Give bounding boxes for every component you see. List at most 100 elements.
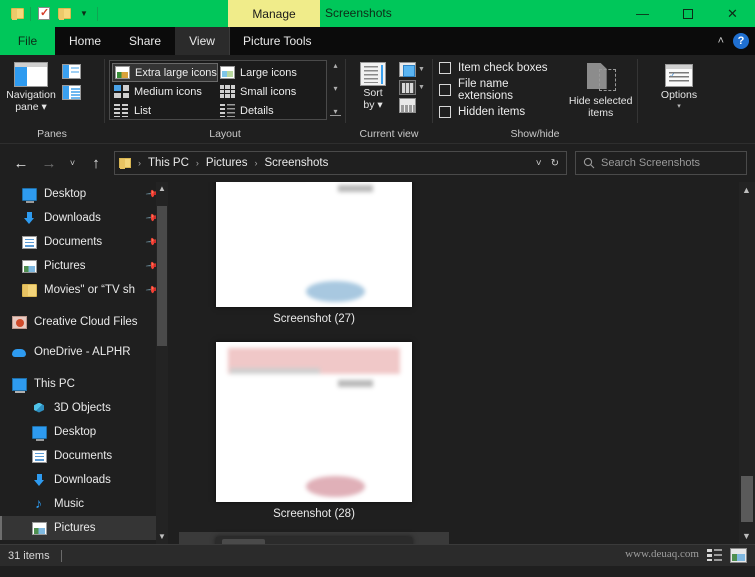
- layout-option-details[interactable]: Details: [218, 101, 324, 120]
- creative-cloud-icon: [12, 315, 27, 329]
- file-item-screenshot-29[interactable]: Screenshot (29): [179, 532, 449, 544]
- scroll-up-icon[interactable]: ▲: [741, 182, 752, 198]
- sidebar-item-downloads[interactable]: Downloads 📌: [0, 206, 168, 230]
- checkbox-icon[interactable]: [439, 84, 451, 96]
- breadcrumb-item-this-pc[interactable]: This PC: [147, 157, 190, 169]
- layout-option-small-icons[interactable]: Small icons: [218, 82, 324, 101]
- large-icons-icon: [220, 66, 235, 79]
- sort-by-label-line2: by ▾: [363, 99, 383, 111]
- sidebar-item-this-pc[interactable]: This PC: [0, 372, 168, 396]
- breadcrumb-item-screenshots[interactable]: Screenshots: [263, 157, 329, 169]
- file-list-view[interactable]: Screenshot (27) Screenshot (28) ▲ ▼: [168, 182, 755, 544]
- layout-gallery: Extra large icons Large icons Medium ico…: [109, 60, 327, 120]
- sidebar-item-downloads-pc[interactable]: Downloads: [0, 468, 168, 492]
- options-button[interactable]: ✓ Options ▾: [646, 60, 712, 110]
- small-icons-icon: [220, 85, 235, 98]
- ribbon-group-options: ✓ Options ▾: [638, 55, 720, 143]
- navigation-pane-button[interactable]: Navigation pane ▾: [0, 60, 62, 113]
- gallery-expand-icon[interactable]: ▾: [330, 108, 341, 116]
- breadcrumb-item-pictures[interactable]: Pictures: [205, 157, 249, 169]
- scroll-down-icon[interactable]: ▼: [157, 530, 167, 544]
- details-view-button[interactable]: [706, 548, 723, 563]
- breadcrumb[interactable]: › This PC › Pictures › Screenshots ˅ ↻: [114, 151, 567, 175]
- contextual-tab-manage[interactable]: Manage: [228, 0, 320, 27]
- sidebar-item-documents-pc[interactable]: Documents: [0, 444, 168, 468]
- sort-by-button[interactable]: Sort by ▾: [351, 60, 395, 111]
- group-by-button[interactable]: ▼: [399, 80, 425, 95]
- address-history-icon[interactable]: ˅: [536, 158, 542, 169]
- help-icon[interactable]: ?: [733, 33, 749, 49]
- scroll-down-icon[interactable]: ▼: [741, 528, 752, 544]
- sidebar-scrollbar[interactable]: ▲ ▼: [156, 182, 168, 544]
- layout-option-medium-icons[interactable]: Medium icons: [112, 82, 218, 101]
- file-grid: Screenshot (27) Screenshot (28): [178, 182, 718, 544]
- hide-selected-items-icon: [587, 63, 616, 93]
- sidebar-item-3d-objects[interactable]: 3D Objects: [0, 396, 168, 420]
- folder-icon[interactable]: [7, 3, 27, 24]
- forward-button[interactable]: →: [36, 150, 62, 176]
- refresh-icon[interactable]: ↻: [551, 158, 559, 169]
- sidebar-item-onedrive[interactable]: OneDrive - ALPHR: [0, 340, 168, 364]
- sidebar-item-pictures-pc[interactable]: Pictures: [0, 516, 168, 540]
- size-columns-button[interactable]: [399, 98, 425, 113]
- details-pane-icon[interactable]: [62, 85, 81, 100]
- ribbon: Navigation pane ▾ Panes Extra large icon…: [0, 55, 755, 144]
- hide-selected-label-line1: Hide selected: [568, 95, 633, 107]
- checkbox-icon[interactable]: [439, 106, 451, 118]
- gallery-scroll-up-icon[interactable]: ▴: [330, 62, 341, 70]
- layout-option-extra-large-icons[interactable]: Extra large icons: [112, 63, 218, 82]
- tab-view[interactable]: View: [175, 27, 230, 55]
- hide-selected-items-button[interactable]: Hide selected items: [564, 60, 637, 119]
- group-caption-layout: Layout: [209, 128, 241, 140]
- options-icon: ✓: [665, 64, 693, 87]
- quick-access-toolbar: ▼: [0, 0, 101, 27]
- sidebar-scroll-thumb[interactable]: [157, 206, 167, 346]
- sidebar-item-label: This PC: [34, 378, 75, 390]
- close-button[interactable]: ✕: [710, 0, 755, 27]
- file-item-screenshot-28[interactable]: Screenshot (28): [179, 337, 449, 530]
- checkbox-hidden-items[interactable]: Hidden items: [439, 106, 564, 118]
- chevron-up-icon[interactable]: ˄: [718, 35, 724, 47]
- layout-option-list[interactable]: List: [112, 101, 218, 120]
- maximize-button[interactable]: [665, 0, 710, 27]
- large-icons-view-button[interactable]: [730, 548, 747, 563]
- checkbox-icon[interactable]: [439, 62, 451, 74]
- 3d-objects-icon: [32, 402, 47, 415]
- sidebar-item-movies-tv[interactable]: Movies" or “TV sh 📌: [0, 278, 168, 302]
- sort-by-label-line1: Sort: [363, 87, 383, 99]
- minimize-button[interactable]: —: [620, 0, 665, 27]
- up-button[interactable]: ↑: [83, 150, 109, 176]
- sidebar-item-music[interactable]: Music: [0, 492, 168, 516]
- sidebar-item-creative-cloud[interactable]: Creative Cloud Files: [0, 310, 168, 334]
- tab-picture-tools[interactable]: Picture Tools: [229, 27, 324, 55]
- recent-locations-icon[interactable]: ˅: [64, 150, 81, 176]
- file-list-scrollbar[interactable]: ▲ ▼: [739, 182, 755, 544]
- sidebar-item-desktop[interactable]: Desktop 📌: [0, 182, 168, 206]
- properties-icon[interactable]: [34, 3, 54, 24]
- add-columns-button[interactable]: ▼: [399, 62, 425, 77]
- sidebar-item-documents[interactable]: Documents 📌: [0, 230, 168, 254]
- file-list-scroll-thumb[interactable]: [741, 476, 753, 522]
- medium-icons-icon: [114, 85, 129, 98]
- sidebar-item-label: Documents: [44, 236, 103, 248]
- checkbox-item-check-boxes[interactable]: Item check boxes: [439, 62, 564, 74]
- desktop-icon: [22, 187, 37, 203]
- tab-share[interactable]: Share: [115, 27, 175, 55]
- sidebar-item-desktop-pc[interactable]: Desktop: [0, 420, 168, 444]
- sidebar-item-pictures[interactable]: Pictures 📌: [0, 254, 168, 278]
- tab-home[interactable]: Home: [55, 27, 115, 55]
- back-button[interactable]: ←: [8, 150, 34, 176]
- scroll-up-icon[interactable]: ▲: [157, 182, 167, 196]
- tab-file[interactable]: File: [0, 27, 55, 55]
- checkbox-file-name-extensions[interactable]: File name extensions: [439, 78, 564, 102]
- gallery-scroll-down-icon[interactable]: ▾: [330, 85, 341, 93]
- new-folder-icon[interactable]: [54, 3, 74, 24]
- search-input[interactable]: Search Screenshots: [575, 151, 747, 175]
- ribbon-group-panes: Navigation pane ▾ Panes: [0, 55, 104, 143]
- layout-option-large-icons[interactable]: Large icons: [218, 63, 324, 82]
- details-icon: [220, 104, 235, 117]
- nav-pane-label-line2: pane ▾: [15, 101, 47, 113]
- preview-pane-icon[interactable]: [62, 64, 81, 79]
- chevron-down-icon[interactable]: ▼: [74, 3, 94, 24]
- file-item-screenshot-27[interactable]: Screenshot (27): [179, 182, 449, 335]
